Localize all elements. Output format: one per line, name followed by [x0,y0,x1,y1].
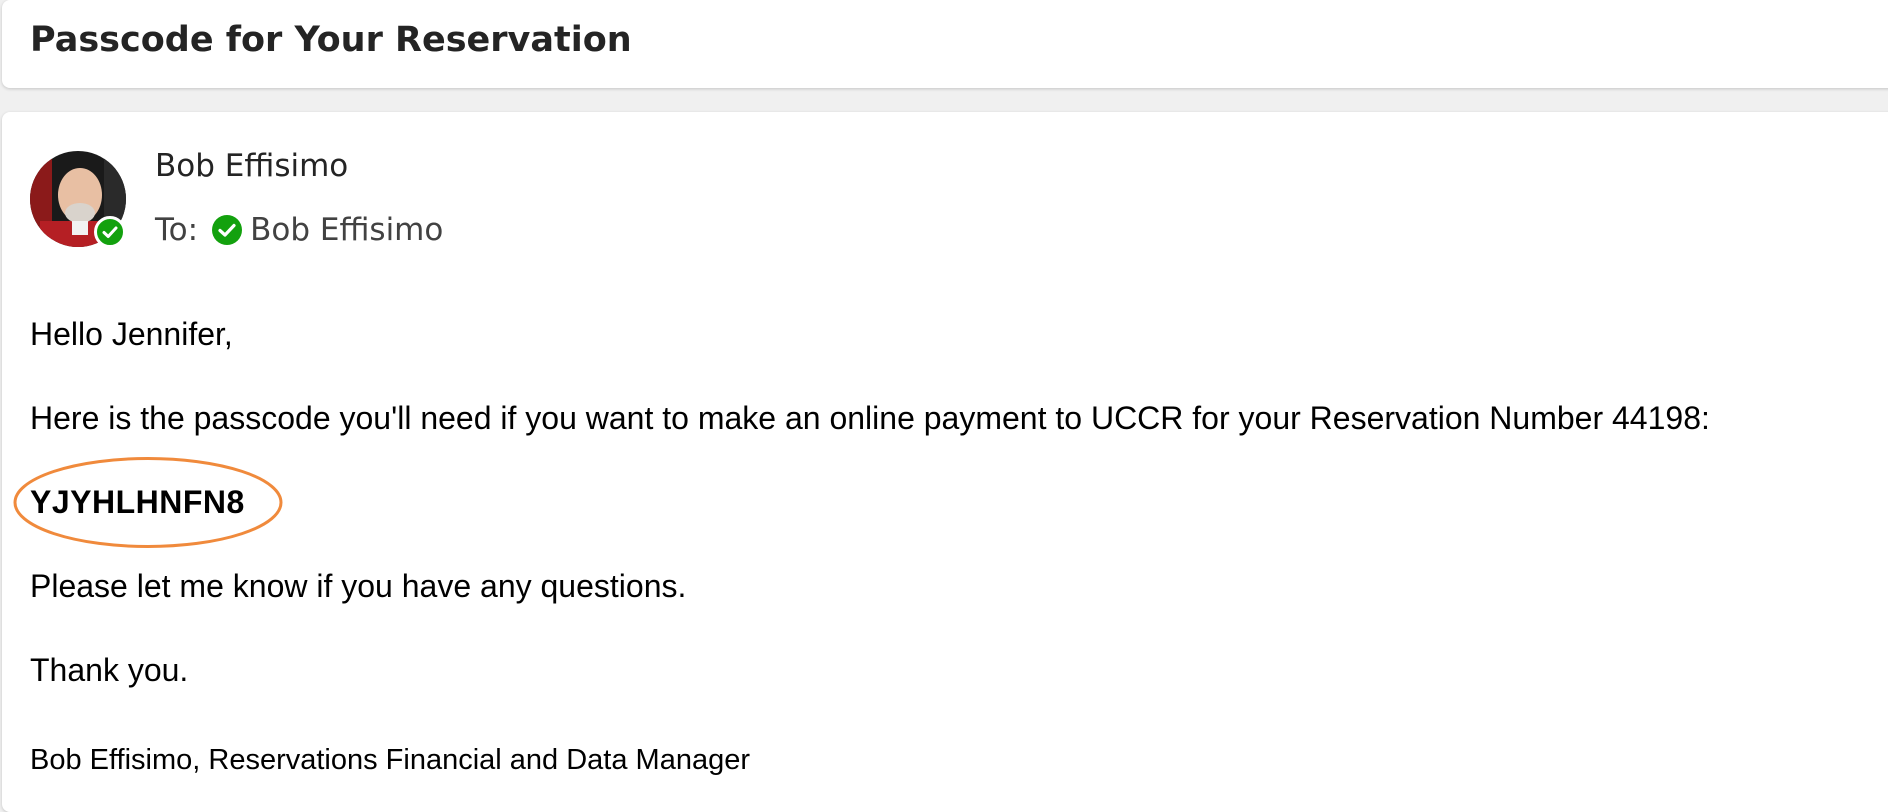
subject-header: Passcode for Your Reservation [2,0,1888,88]
body-paragraph: Please let me know if you have any quest… [30,568,687,604]
signature-text: Bob Effisimo, Reservations Financial and… [30,744,751,776]
to-label: To: [155,212,199,248]
sender-name[interactable]: Bob Effisimo [155,148,348,184]
recipient-name[interactable]: Bob Effisimo [250,212,443,248]
greeting-text: Hello Jennifer, [30,316,233,352]
body-paragraph: Here is the passcode you'll need if you … [30,400,1710,436]
recipient-line: To: Bob Effisimo [155,212,443,248]
email-subject: Passcode for Your Reservation [30,20,632,60]
presence-available-icon [94,216,126,248]
closing-text: Thank you. [30,652,189,688]
highlight-circle [13,457,283,548]
presence-available-icon [212,215,243,245]
